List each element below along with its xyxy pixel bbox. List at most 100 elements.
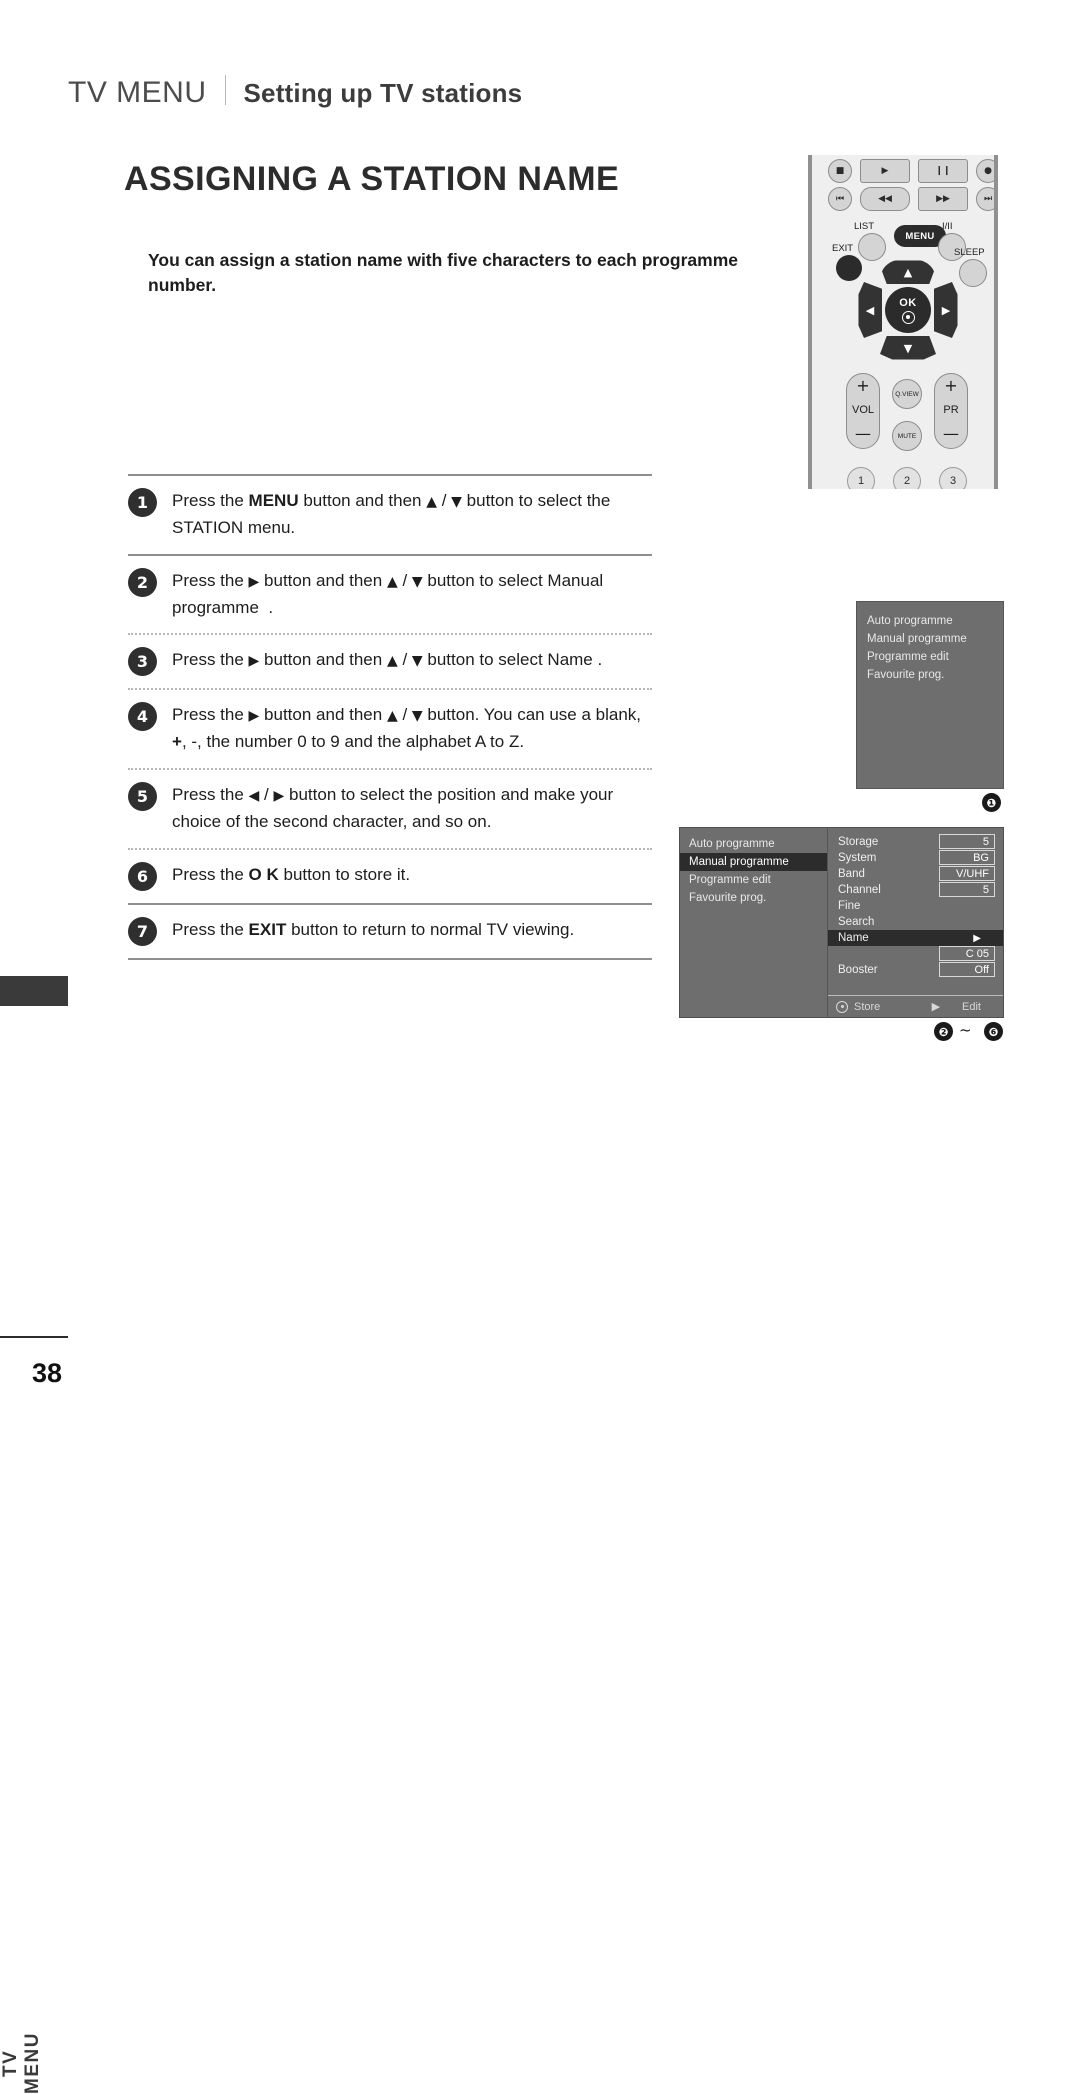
- edit-label: Edit: [962, 1000, 981, 1013]
- osd-field-label: Search: [838, 916, 875, 928]
- osd-detail-panel: Storage 5 System BG Band V/UHF Channel 5 Fine Sea…: [828, 828, 1003, 1017]
- osd-menu-item[interactable]: Manual programme: [680, 853, 827, 871]
- osd-field-row[interactable]: Name ▶: [828, 930, 1003, 946]
- number-button-2[interactable]: 2: [893, 467, 921, 489]
- osd-field-label: Band: [838, 868, 865, 880]
- edit-hint-group: ▶ Edit: [932, 1000, 981, 1014]
- osd-field-label: Fine: [838, 900, 861, 912]
- osd-field-row[interactable]: Channel 5: [828, 882, 1003, 898]
- step-instruction-text: Press the ▶ button and then ▲ / ▼ button…: [172, 650, 603, 670]
- number-button-1[interactable]: 1: [847, 467, 875, 489]
- step-instruction-text: Press the ▶ button and then ▲ / ▼ button…: [172, 570, 604, 617]
- osd-menu-item[interactable]: Favourite prog.: [688, 889, 827, 907]
- osd-menu-item[interactable]: Programme edit: [867, 648, 1003, 666]
- osd-menu-list: Auto programme Manual programme Programme …: [680, 828, 828, 1017]
- programme-label: PR: [943, 404, 959, 416]
- rewind-button-icon[interactable]: ◀◀: [860, 187, 910, 211]
- sleep-button-label: SLEEP: [954, 247, 985, 258]
- steps-list: 1 Press the MENU button and then ▲ / ▼ bu…: [128, 474, 652, 960]
- list-button[interactable]: [858, 233, 886, 261]
- osd-field-value[interactable]: C 05: [939, 946, 995, 961]
- step-instruction-text: Press the ◀ / ▶ button to select the pos…: [172, 785, 614, 832]
- osd-field-row[interactable]: Search: [828, 914, 1003, 930]
- osd-field-row[interactable]: Booster Off: [828, 962, 1003, 978]
- osd-field-value[interactable]: BG: [939, 850, 995, 865]
- breadcrumb: TV MENU Setting up TV stations: [68, 72, 522, 110]
- osd-field-row[interactable]: C 05: [828, 946, 1003, 962]
- store-label: Store: [854, 1000, 881, 1013]
- osd-field-row[interactable]: Band V/UHF: [828, 866, 1003, 882]
- ok-dot-icon: [901, 310, 915, 324]
- step-number-badge: 4: [128, 702, 157, 732]
- step-instruction-text: Press the EXIT button to return to norma…: [172, 919, 575, 939]
- step-row: 7 Press the EXIT button to return to norm…: [128, 905, 652, 958]
- programme-rocker[interactable]: + PR —: [934, 373, 968, 449]
- step-number-badge: 1: [128, 488, 157, 517]
- page-title: ASSIGNING A STATION NAME: [124, 160, 620, 198]
- volume-up-icon[interactable]: +: [856, 378, 869, 394]
- arrow-down-button[interactable]: ▼: [880, 336, 936, 360]
- header-section-label: TV MENU: [68, 76, 207, 109]
- osd-menu-item[interactable]: Manual programme: [867, 630, 1003, 648]
- skip-back-button-icon[interactable]: ⏮: [828, 187, 852, 211]
- osd-field-row[interactable]: Storage 5: [828, 834, 1003, 850]
- callout-badge-6: ❻: [984, 1022, 1003, 1041]
- callout-badge-1: ❶: [982, 793, 1001, 812]
- step-instruction-text: Press the O K button to store it.: [172, 864, 411, 884]
- arrow-up-button[interactable]: ▲: [880, 260, 936, 284]
- number-button-3[interactable]: 3: [939, 467, 967, 489]
- header-divider: [224, 75, 226, 105]
- osd-menu-item[interactable]: Favourite prog.: [867, 666, 1003, 684]
- mute-button[interactable]: MUTE: [892, 421, 922, 451]
- osd-station-menu: Auto programme Manual programme Programme …: [856, 601, 1004, 789]
- osd-menu-item[interactable]: Programme edit: [688, 871, 827, 889]
- volume-label: VOL: [851, 404, 874, 416]
- skip-forward-button-icon[interactable]: ⏭: [976, 187, 994, 211]
- ok-button-label: OK: [899, 296, 917, 309]
- step-row: 1 Press the MENU button and then ▲ / ▼ bu…: [128, 476, 652, 554]
- record-button-icon[interactable]: ●: [976, 159, 994, 183]
- programme-up-icon[interactable]: +: [944, 378, 957, 394]
- step-row: 6 Press the O K button to store it.: [128, 850, 652, 903]
- pause-button-icon[interactable]: ❙❙: [918, 159, 968, 183]
- osd-field-label: System: [838, 852, 877, 864]
- programme-down-icon[interactable]: —: [943, 426, 959, 442]
- step-instruction-text: Press the ▶ button and then ▲ / ▼ button…: [172, 705, 642, 752]
- remote-transport-row-2: ⏮ ◀◀ ▶▶ ⏭: [828, 187, 994, 211]
- step-row: 3 Press the ▶ button and then ▲ / ▼ butto…: [128, 635, 652, 688]
- direction-pad: ▲ ◀ ▶ ▼ OK: [858, 260, 958, 360]
- osd-field-row[interactable]: System BG: [828, 850, 1003, 866]
- osd-field-label: Name: [838, 932, 869, 944]
- step-separator: [128, 957, 652, 960]
- osd-field-value[interactable]: V/UHF: [939, 866, 995, 881]
- side-tab-label: TV MENU: [0, 2031, 43, 2094]
- step-number-badge: 5: [128, 782, 157, 812]
- sleep-button[interactable]: [959, 259, 987, 287]
- osd-field-value[interactable]: Off: [939, 962, 995, 977]
- osd-field-label: Storage: [838, 836, 879, 848]
- play-button-icon[interactable]: ▶: [860, 159, 910, 183]
- step-row: 2 Press the ▶ button and then ▲ / ▼ butto…: [128, 556, 652, 634]
- arrow-right-button[interactable]: ▶: [934, 282, 958, 338]
- osd-field-value[interactable]: 5: [939, 834, 995, 849]
- step-row: 4 Press the ▶ button and then ▲ / ▼ butto…: [128, 690, 652, 768]
- volume-rocker[interactable]: + VOL —: [846, 373, 880, 449]
- osd-field-row[interactable]: Fine: [828, 898, 1003, 914]
- osd-menu-item[interactable]: Auto programme: [867, 612, 1003, 630]
- callout-range-tilde: ~: [959, 1021, 972, 1039]
- fast-forward-button-icon[interactable]: ▶▶: [918, 187, 968, 211]
- arrow-left-button[interactable]: ◀: [858, 282, 882, 338]
- osd-field-label: Channel: [838, 884, 881, 896]
- osd-field-value[interactable]: 5: [939, 882, 995, 897]
- q-view-button[interactable]: Q.VIEW: [892, 379, 922, 409]
- osd-manual-programme-menu: Auto programme Manual programme Programme …: [679, 827, 1004, 1018]
- osd-menu-item[interactable]: Auto programme: [688, 835, 827, 853]
- stop-button-icon[interactable]: ■: [828, 159, 852, 183]
- step-instruction-text: Press the MENU button and then ▲ / ▼ but…: [172, 491, 611, 537]
- ok-button[interactable]: OK: [885, 287, 931, 333]
- volume-down-icon[interactable]: —: [855, 426, 871, 442]
- step-number-badge: 7: [128, 916, 157, 946]
- header-subtitle: Setting up TV stations: [243, 78, 523, 108]
- intro-paragraph: You can assign a station name with five …: [148, 250, 739, 296]
- exit-button-label: EXIT: [832, 243, 854, 254]
